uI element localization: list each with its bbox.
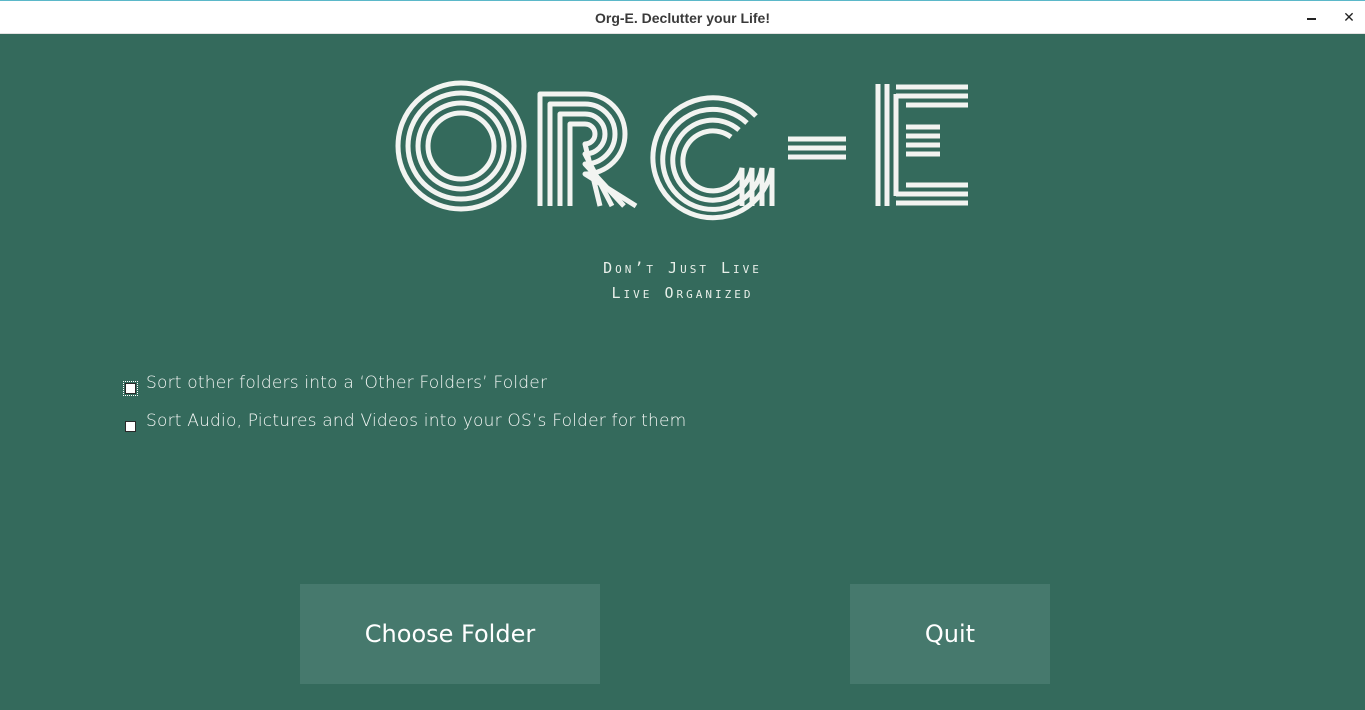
window-titlebar: Org-E. Declutter your Life! ✕ <box>0 0 1365 34</box>
minimize-icon <box>1306 17 1316 20</box>
media-folders-label[interactable]: Sort Audio, Pictures and Videos into you… <box>146 411 686 431</box>
logo-letter-r <box>537 91 638 209</box>
window-title: Org-E. Declutter your Life! <box>594 10 771 26</box>
minimize-button[interactable] <box>1300 7 1322 29</box>
quit-button[interactable]: Quit <box>850 584 1050 684</box>
logo-letter-o <box>395 80 527 212</box>
close-icon: ✕ <box>1343 10 1355 26</box>
option-media-folders[interactable]: Sort Audio, Pictures and Videos into you… <box>125 409 686 432</box>
choose-folder-button[interactable]: Choose Folder <box>300 584 600 684</box>
org-e-logo <box>395 80 968 221</box>
close-button[interactable]: ✕ <box>1338 7 1360 29</box>
option-other-folders[interactable]: Sort other folders into a ‘Other Folders… <box>123 371 547 396</box>
logo-dash <box>788 136 846 160</box>
tagline-line-2: Live Organized <box>611 284 754 302</box>
logo-letter-g <box>650 95 775 221</box>
logo-letter-e <box>875 84 968 206</box>
media-folders-checkbox[interactable] <box>125 421 136 432</box>
other-folders-checkbox[interactable] <box>123 381 138 396</box>
tagline-line-1: Don’t Just Live <box>603 259 762 277</box>
other-folders-label[interactable]: Sort other folders into a ‘Other Folders… <box>146 373 547 393</box>
